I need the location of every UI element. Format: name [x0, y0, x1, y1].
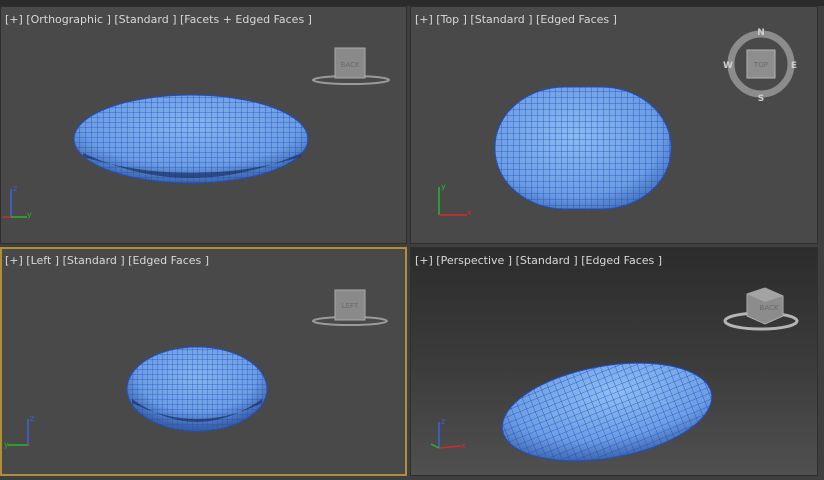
viewport-orthographic-canvas[interactable]: BACK z y [1, 7, 407, 244]
oblong-mesh[interactable] [126, 346, 268, 432]
viewport-left[interactable]: [+] [Left ] [Standard ] [Edged Faces ] L… [0, 247, 407, 476]
navcube-label: BACK [760, 304, 779, 312]
compass-east: E [791, 61, 797, 71]
axis-right-label: x [467, 208, 472, 217]
compass-west: W [723, 61, 733, 71]
navcube-label: TOP [753, 61, 768, 69]
viewport-left-canvas[interactable]: LEFT z y [2, 249, 405, 474]
axis-tripod: z y [3, 184, 32, 219]
compass-south: S [758, 94, 764, 104]
viewport-perspective[interactable]: [+] [Perspective ] [Standard ] [Edged Fa… [410, 247, 818, 476]
axis-right-label: x [461, 441, 466, 450]
oblong-mesh[interactable] [494, 86, 672, 210]
oblong-mesh[interactable] [495, 348, 720, 475]
viewport-top[interactable]: [+] [Top ] [Standard ] [Edged Faces ] TO… [410, 6, 818, 244]
axis-tripod: y x [438, 182, 472, 217]
navcube-label: BACK [341, 61, 360, 69]
axis-right-label: y [4, 440, 9, 449]
axis-up-label: z [441, 417, 445, 426]
axis-up-label: z [13, 184, 17, 193]
axis-tripod: z y [4, 414, 34, 449]
compass-north: N [757, 28, 765, 38]
viewcube-compass[interactable]: TOP N S E W [723, 28, 797, 104]
axis-right-label: y [27, 210, 32, 219]
navcube-left[interactable]: LEFT [312, 289, 388, 326]
navcube-label: LEFT [342, 302, 359, 310]
oblong-mesh[interactable] [73, 94, 309, 184]
viewport-top-canvas[interactable]: TOP N S E W y x [411, 7, 818, 244]
axis-tripod: z x [430, 417, 466, 450]
axis-up-label: y [441, 182, 446, 191]
viewport-orthographic[interactable]: [+] [Orthographic ] [Standard ] [Facets … [0, 6, 407, 244]
viewport-perspective-canvas[interactable]: BACK z x [411, 248, 818, 476]
navcube-back[interactable]: BACK [312, 47, 390, 85]
axis-up-label: z [30, 414, 34, 423]
navcube-perspective[interactable]: BACK [723, 287, 799, 331]
